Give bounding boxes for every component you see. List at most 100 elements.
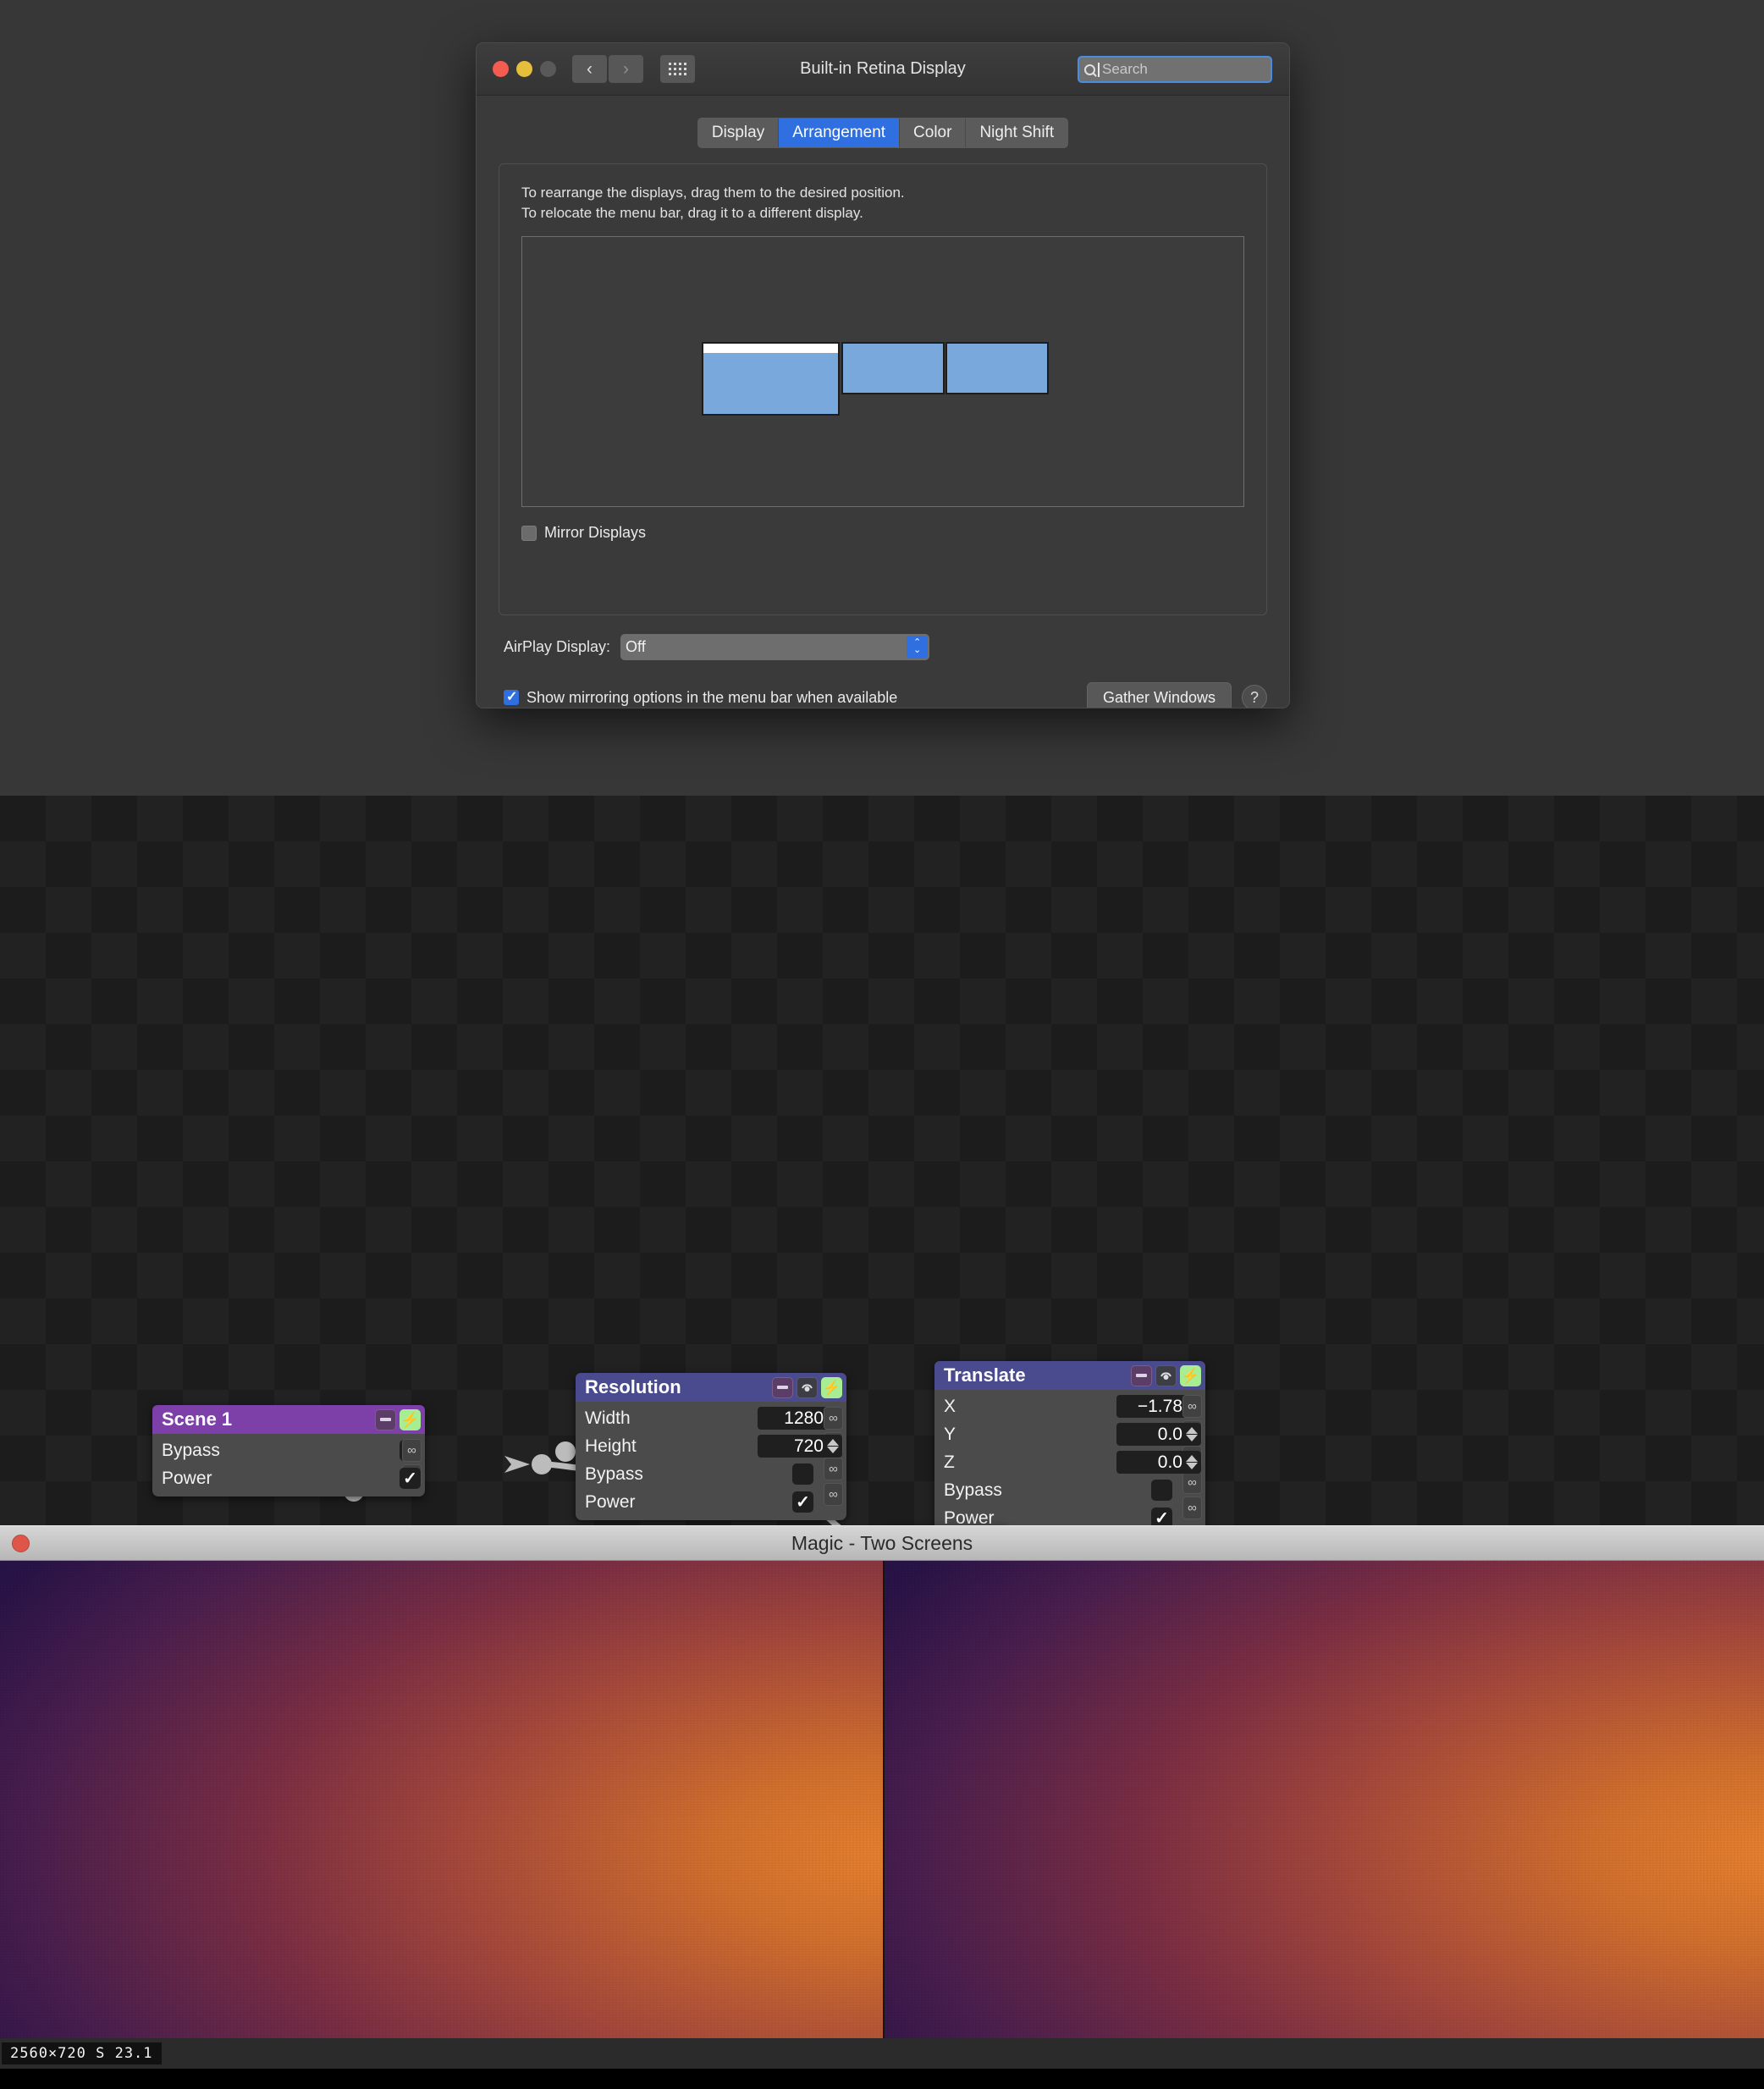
link-icon[interactable]: ∞ [1182, 1395, 1202, 1418]
airplay-select[interactable]: Off ⌃ ⌄ [620, 633, 930, 660]
power-checkbox[interactable]: ✓ [400, 1468, 421, 1489]
back-button[interactable]: ‹ [572, 55, 607, 83]
bolt-icon[interactable]: ⚡ [1180, 1364, 1201, 1386]
row-label: Power [585, 1491, 636, 1512]
bolt-icon[interactable]: ⚡ [400, 1408, 421, 1430]
height-input[interactable]: 720 [758, 1435, 842, 1458]
node-row-y: Y 0.0 [934, 1420, 1205, 1448]
display-main[interactable] [702, 342, 840, 416]
instruction-line-1: To rearrange the displays, drag them to … [521, 184, 905, 201]
display-third[interactable] [945, 342, 1049, 395]
noise-overlay [0, 1561, 883, 2069]
row-control: 720 [758, 1435, 846, 1458]
row-control [1151, 1480, 1205, 1501]
mirror-displays-checkbox[interactable] [521, 525, 537, 541]
row-label: Bypass [944, 1480, 1002, 1500]
close-icon[interactable] [493, 61, 509, 77]
tab-night-shift[interactable]: Night Shift [966, 119, 1067, 147]
tabbar: Display Arrangement Color Night Shift [499, 118, 1267, 148]
nav-buttons: ‹ › [572, 55, 695, 83]
link-icon[interactable]: ∞ [402, 1439, 422, 1462]
screen-left [0, 1561, 883, 2069]
gather-windows-button[interactable]: Gather Windows [1086, 681, 1232, 708]
resolution-status: 2560×720 S 23.1 [2, 2042, 162, 2064]
minus-icon[interactable] [375, 1408, 396, 1430]
show-all-grid-icon[interactable] [660, 55, 695, 83]
x-value: −1.78 [1137, 1396, 1182, 1416]
row-control: ✓ [400, 1468, 425, 1489]
menubar-strip[interactable] [703, 344, 838, 354]
node-translate-top[interactable]: Translate ⚡ X −1.78 ∞ ∞ ∞ Y 0.0 Z 0.0 By… [934, 1361, 1205, 1525]
node-header-buttons: ⚡ [772, 1376, 842, 1398]
power-checkbox[interactable]: ✓ [792, 1491, 813, 1513]
node-row-power: Power ✓ [152, 1464, 425, 1492]
z-value: 0.0 [1157, 1452, 1182, 1472]
magic-output-window: Magic - Two Screens 2560×720 S 23.1 [0, 1525, 1764, 2089]
node-header[interactable]: Scene 1 ⚡ [152, 1405, 425, 1434]
node-row-bypass: Bypass ∞ ∞ [152, 1436, 425, 1487]
display-arrangement-canvas[interactable] [521, 236, 1244, 508]
node-row-power: Power ✓ [934, 1504, 1205, 1525]
power-checkbox[interactable]: ✓ [1151, 1507, 1172, 1525]
row-control: 0.0 [1116, 1423, 1205, 1446]
minus-icon[interactable] [1131, 1364, 1152, 1386]
node-header[interactable]: Translate ⚡ [934, 1361, 1205, 1390]
node-header-buttons: ⚡ [1131, 1364, 1201, 1386]
mirror-displays-row[interactable]: Mirror Displays [521, 524, 1244, 542]
node-title: Scene 1 [162, 1408, 233, 1430]
bolt-icon[interactable]: ⚡ [821, 1376, 842, 1398]
text-caret [1098, 62, 1100, 77]
row-control: ✓ [792, 1491, 846, 1513]
node-body: Width 1280 ∞ ∞ ∞ ∞ Height [576, 1402, 846, 1520]
node-body: Bypass ∞ ∞ Power ✓ [152, 1434, 425, 1496]
stepper-icon[interactable] [1186, 1455, 1198, 1469]
stepper-icon[interactable] [827, 1439, 839, 1453]
node-scene1-top[interactable]: Scene 1 ⚡ Bypass ∞ ∞ Power ✓ [152, 1405, 425, 1496]
chevron-updown-icon[interactable]: ⌃ ⌄ [907, 635, 929, 659]
airplay-label: AirPlay Display: [504, 637, 611, 655]
row-label: Bypass [585, 1463, 643, 1484]
stepper-icon[interactable] [1186, 1427, 1198, 1441]
z-input[interactable]: 0.0 [1116, 1451, 1201, 1474]
link-icon[interactable]: ∞ [824, 1407, 843, 1430]
row-label: Z [944, 1452, 955, 1472]
width-value: 1280 [784, 1408, 824, 1428]
forward-button[interactable]: › [609, 55, 643, 83]
zoom-icon[interactable] [540, 61, 556, 77]
status-bar: 2560×720 S 23.1 [0, 2038, 1764, 2069]
help-button[interactable]: ? [1242, 685, 1267, 708]
node-row-power: Power ✓ [576, 1488, 846, 1516]
minimize-icon[interactable] [516, 61, 532, 77]
node-row-z: Z 0.0 [934, 1448, 1205, 1476]
row-control: 0.0 [1116, 1451, 1205, 1474]
show-mirroring-label: Show mirroring options in the menu bar w… [526, 688, 898, 706]
bypass-checkbox[interactable] [1151, 1480, 1172, 1501]
magic-titlebar: Magic - Two Screens [0, 1525, 1764, 1561]
node-header[interactable]: Resolution ⚡ [576, 1373, 846, 1402]
row-control: ✓ [1151, 1507, 1205, 1525]
node-resolution-top[interactable]: Resolution ⚡ Width 1280 ∞ ∞ ∞ Height 720… [576, 1373, 846, 1520]
bypass-checkbox[interactable] [792, 1463, 813, 1485]
clock-icon[interactable] [797, 1376, 818, 1398]
minus-icon[interactable] [772, 1376, 793, 1398]
display-second[interactable] [841, 342, 945, 395]
row-label: Width [585, 1408, 631, 1428]
node-graph-canvas[interactable]: Scene 1 ⚡ Bypass ∞ ∞ Power ✓ [0, 796, 1764, 1525]
window-titlebar: ‹ › Built-in Retina Display Search [477, 43, 1289, 96]
height-value: 720 [793, 1436, 824, 1456]
tab-arrangement[interactable]: Arrangement [779, 119, 901, 147]
y-input[interactable]: 0.0 [1116, 1423, 1201, 1446]
tab-group: Display Arrangement Color Night Shift [697, 118, 1069, 148]
airplay-value: Off [626, 637, 646, 655]
clock-icon[interactable] [1155, 1364, 1177, 1386]
search-input[interactable]: Search [1078, 56, 1272, 83]
tab-display[interactable]: Display [698, 119, 780, 147]
port-out [532, 1454, 552, 1474]
port-in [555, 1441, 576, 1462]
show-mirroring-row[interactable]: Show mirroring options in the menu bar w… [504, 688, 898, 707]
tab-color[interactable]: Color [900, 119, 967, 147]
show-mirroring-checkbox[interactable] [504, 688, 519, 706]
row-control [792, 1463, 846, 1485]
airplay-display-row: AirPlay Display: Off ⌃ ⌄ [499, 633, 1267, 660]
node-row-x: X −1.78 ∞ ∞ ∞ ∞ ∞ [934, 1392, 1205, 1519]
